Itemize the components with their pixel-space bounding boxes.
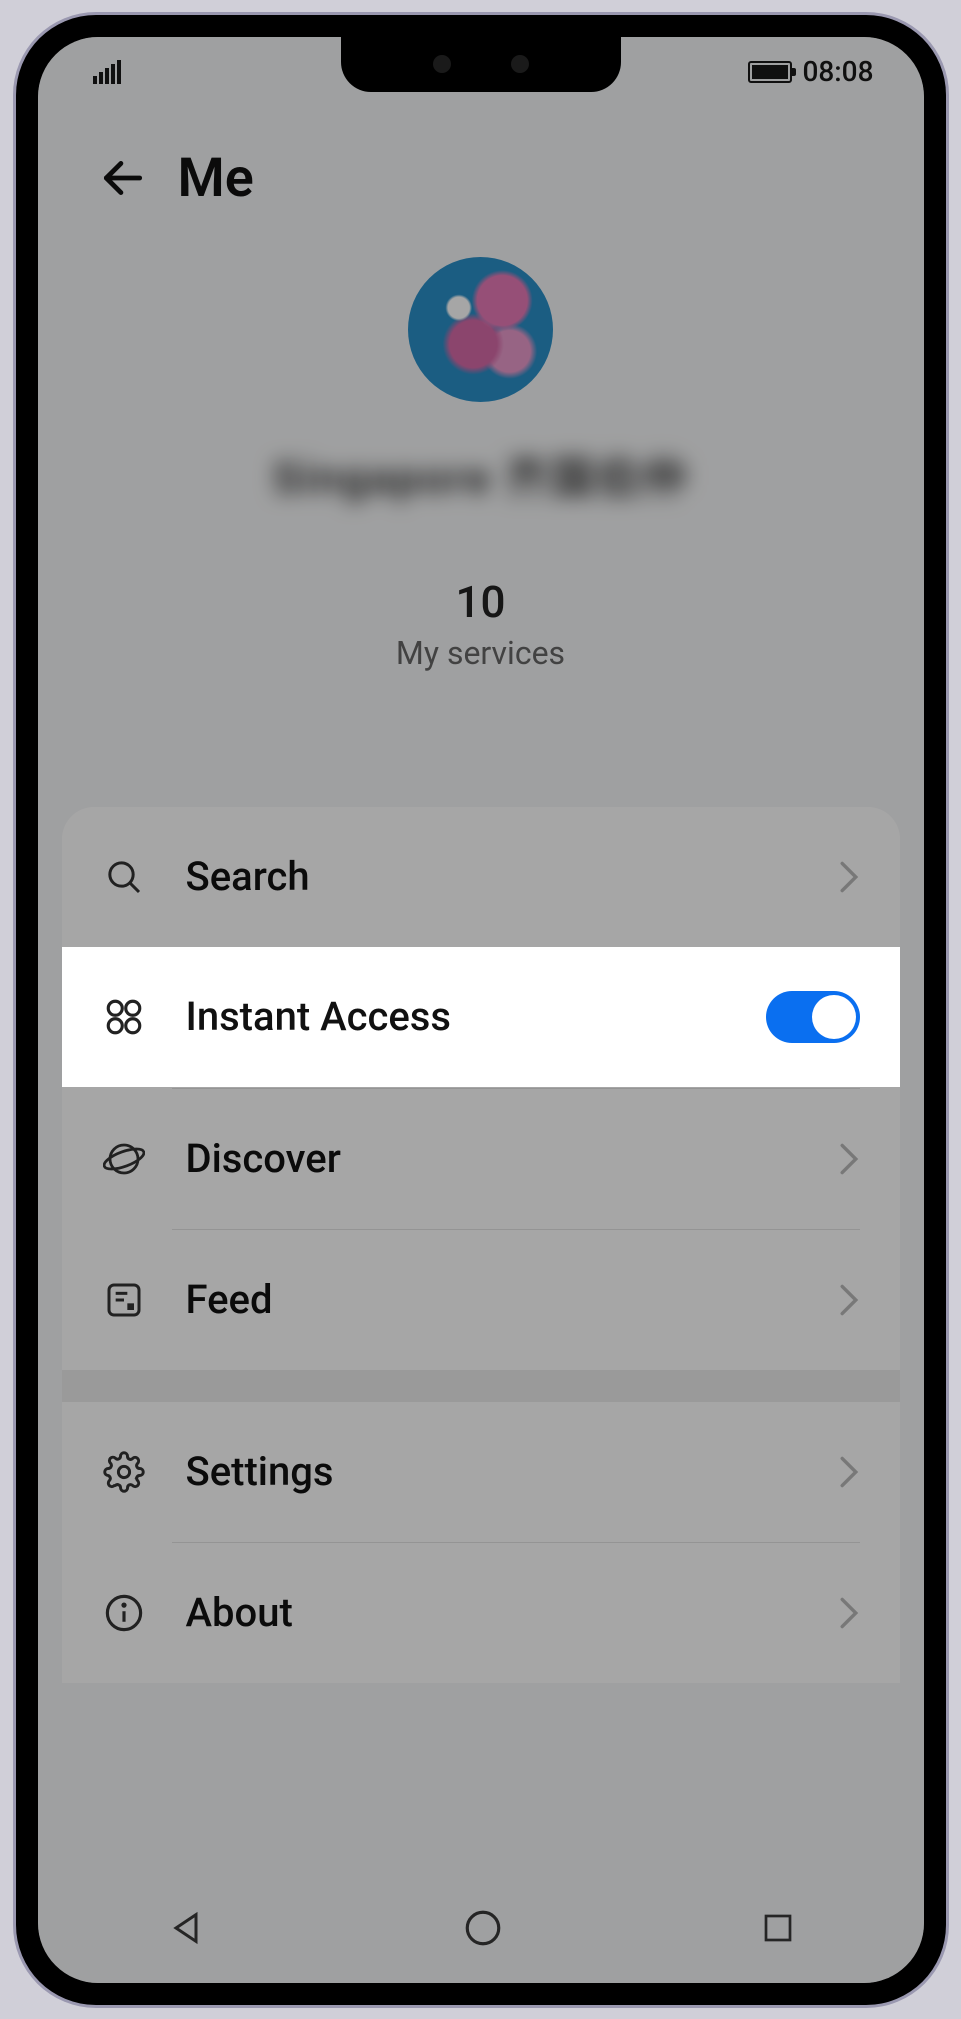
status-time: 08:08 <box>802 55 873 88</box>
profile-section: Singapore 齐国伯仲 10 My services <box>38 257 924 672</box>
row-label: Feed <box>186 1276 798 1323</box>
battery-icon <box>748 61 792 83</box>
page-title: Me <box>178 147 254 210</box>
chevron-right-icon <box>838 1596 860 1630</box>
services-count[interactable]: 10 <box>455 576 505 628</box>
services-label: My services <box>396 634 565 672</box>
screen: 08:08 Me Singapore 齐国伯仲 10 My services S… <box>38 37 924 1983</box>
row-feed[interactable]: Feed <box>62 1230 900 1370</box>
row-settings[interactable]: Settings <box>62 1402 900 1542</box>
row-instant-access[interactable]: Instant Access <box>62 947 900 1087</box>
nav-home-icon[interactable] <box>462 1907 504 1949</box>
nav-recent-icon[interactable] <box>760 1910 796 1946</box>
page-header: Me <box>38 147 924 210</box>
nav-back-icon[interactable] <box>166 1908 206 1948</box>
feed-icon <box>102 1278 146 1322</box>
back-arrow-icon[interactable] <box>98 153 148 203</box>
chevron-right-icon <box>838 1455 860 1489</box>
info-icon <box>102 1591 146 1635</box>
row-discover[interactable]: Discover <box>62 1089 900 1229</box>
phone-frame: 08:08 Me Singapore 齐国伯仲 10 My services S… <box>16 15 946 2005</box>
apps-grid-icon <box>102 995 146 1039</box>
row-label: About <box>186 1589 798 1636</box>
android-nav-bar <box>38 1873 924 1983</box>
group-divider <box>62 1370 900 1402</box>
profile-username: Singapore 齐国伯仲 <box>272 442 688 506</box>
row-label: Search <box>186 853 798 900</box>
row-about[interactable]: About <box>62 1543 900 1683</box>
planet-icon <box>102 1137 146 1181</box>
signal-icon <box>93 60 121 84</box>
gear-icon <box>102 1450 146 1494</box>
row-search[interactable]: Search <box>62 807 900 947</box>
row-label: Discover <box>186 1135 798 1182</box>
instant-access-toggle[interactable] <box>766 991 860 1043</box>
avatar[interactable] <box>408 257 553 402</box>
chevron-right-icon <box>838 860 860 894</box>
row-label: Instant Access <box>186 993 726 1040</box>
row-label: Settings <box>186 1448 798 1495</box>
chevron-right-icon <box>838 1142 860 1176</box>
settings-list: Search Discover <box>62 807 900 1683</box>
toggle-knob <box>812 995 856 1039</box>
chevron-right-icon <box>838 1283 860 1317</box>
notch <box>341 37 621 92</box>
search-icon <box>102 855 146 899</box>
